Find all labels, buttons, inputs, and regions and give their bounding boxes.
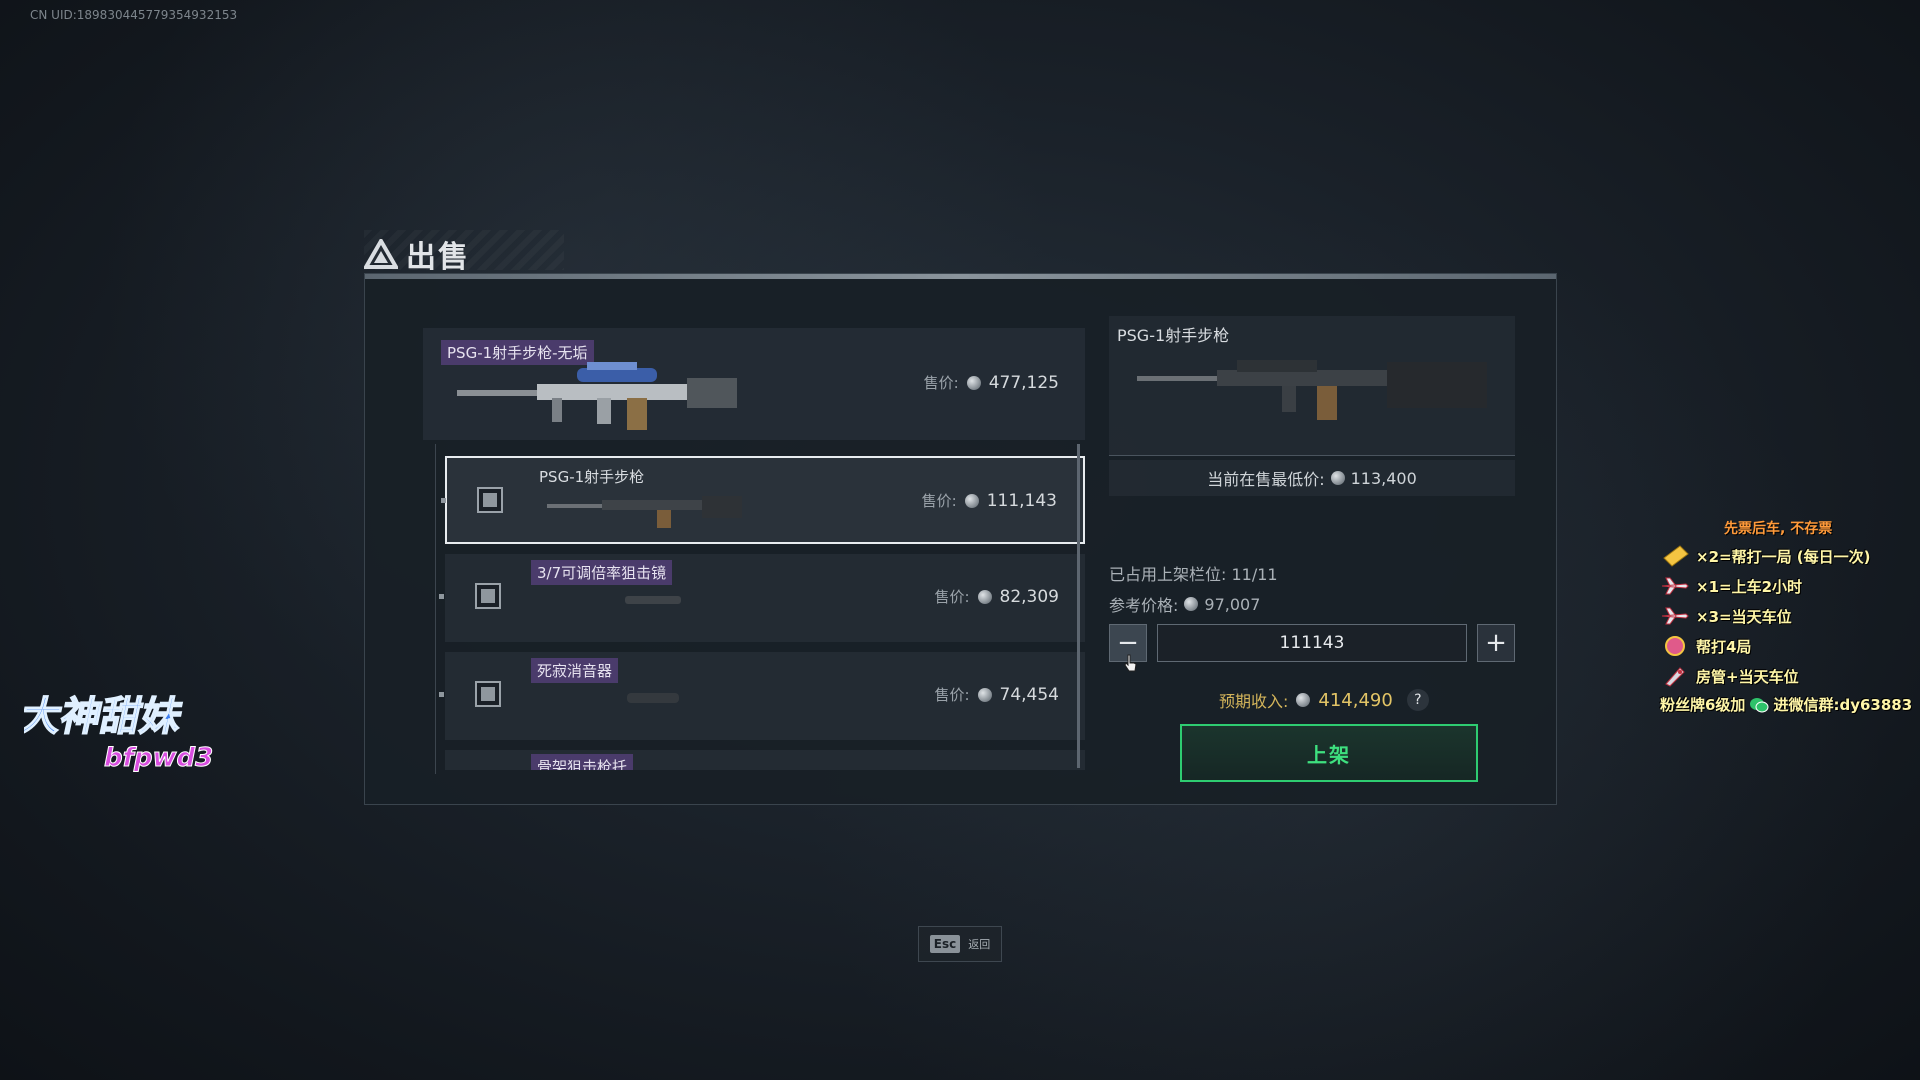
tree-line: [435, 444, 436, 774]
plane-icon: [1660, 574, 1690, 598]
price-label: 售价:: [934, 588, 970, 606]
coin-icon: [977, 687, 992, 702]
sub-item-price: 售价: 74,454: [934, 684, 1059, 705]
lowest-price-label: 当前在售最低价:: [1207, 470, 1325, 489]
tree-bullet: [439, 692, 444, 697]
slots-info: 已占用上架栏位: 11/11: [1109, 561, 1278, 585]
main-item-card[interactable]: PSG-1射手步枪-无垢 售价: 477,125: [423, 328, 1085, 440]
price-label: 售价:: [934, 686, 970, 704]
coin-icon: [966, 375, 981, 390]
price-value: 82,309: [999, 586, 1059, 607]
logo-line2: bfpwd3: [104, 743, 213, 773]
coin-icon: [1296, 693, 1311, 707]
item-preview: PSG-1射手步枪: [1109, 316, 1515, 456]
suppressor-image: [627, 693, 679, 703]
expected-value: 414,490: [1318, 689, 1393, 711]
lowest-price-bar: 当前在售最低价: 113,400: [1109, 460, 1515, 496]
back-label: 返回: [968, 938, 991, 951]
scope-image: [625, 596, 681, 604]
back-button[interactable]: Esc 返回: [918, 926, 1002, 962]
preview-name: PSG-1射手步枪: [1117, 326, 1230, 345]
reference-label: 参考价格:: [1109, 596, 1179, 615]
overlay-row-text: ×1=上车2小时: [1696, 577, 1803, 596]
tree-bullet: [441, 498, 446, 503]
logo-line1: 大神甜妹: [24, 692, 187, 739]
preview-rifle-image: [1137, 360, 1487, 420]
item-list[interactable]: PSG-1射手步枪-无垢 售价: 477,125 PSG-1射手步枪 售价: 1…: [423, 328, 1085, 770]
main-item-price: 售价: 477,125: [924, 372, 1059, 393]
price-value: 111,143: [986, 490, 1057, 511]
price-label: 售价:: [923, 374, 959, 392]
reference-value: 97,007: [1204, 594, 1261, 614]
sell-dialog: PSG-1射手步枪-无垢 售价: 477,125 PSG-1射手步枪 售价: 1…: [364, 273, 1557, 805]
help-icon[interactable]: ?: [1406, 689, 1429, 711]
price-label: 售价:: [921, 492, 957, 510]
checkbox-fill: [481, 589, 495, 603]
overlay-row-text: 房管+当天车位: [1696, 667, 1799, 686]
sub-item-checkbox[interactable]: [475, 583, 501, 609]
tree-bullet: [439, 594, 444, 599]
overlay-row: ×2=帮打一局 (每日一次): [1660, 544, 1920, 568]
overlay-footer-left: 粉丝牌6级加: [1660, 696, 1746, 714]
dialog-top-bar: [365, 274, 1556, 279]
sub-item-rifle[interactable]: PSG-1射手步枪 售价: 111,143: [441, 456, 1085, 544]
coin-icon: [1184, 597, 1199, 611]
sub-item-name: 3/7可调倍率狙击镜: [531, 560, 673, 585]
dialog-title: 出售: [406, 240, 470, 275]
sub-item-checkbox[interactable]: [477, 487, 503, 513]
list-scrollbar[interactable]: [1077, 444, 1080, 768]
wechat-icon: [1750, 697, 1769, 712]
overlay-row-text: ×3=当天车位: [1696, 607, 1792, 626]
overlay-footer-right: 进微信群:dy63883: [1773, 696, 1913, 714]
sub-item-scope[interactable]: 3/7可调倍率狙击镜 售价: 82,309: [439, 554, 1085, 642]
overlay-row: 帮打4局: [1660, 634, 1920, 658]
overlay-row: ×1=上车2小时: [1660, 574, 1920, 598]
mouse-cursor-icon: [1124, 654, 1137, 672]
sub-item-price: 售价: 111,143: [922, 490, 1057, 511]
streamer-logo: 大神甜妹 bfpwd3: [24, 692, 214, 774]
sub-item-name: 骨架狙击枪托: [531, 754, 634, 770]
uid-label: CN UID:1898304457793549321​53: [30, 8, 238, 22]
stream-overlay: 先票后车, 不存票 ×2=帮打一局 (每日一次) ×1=上车2小时 ×3=当天车…: [1660, 518, 1920, 715]
expected-label: 预期收入:: [1219, 692, 1289, 711]
sub-item-suppressor[interactable]: 死寂消音器 售价: 74,454: [439, 652, 1085, 740]
triangle-logo-icon: [364, 239, 398, 269]
sub-item-checkbox[interactable]: [475, 681, 501, 707]
coin-icon: [1330, 471, 1345, 485]
esc-key: Esc: [929, 935, 961, 953]
overlay-footer: 粉丝牌6级加 进微信群:dy63883: [1660, 694, 1920, 715]
rocket-icon: [1660, 664, 1690, 688]
ticket-icon: [1660, 544, 1690, 568]
coin-icon: [964, 493, 979, 508]
sub-item-stock[interactable]: 骨架狙击枪托: [445, 750, 1085, 770]
sub-item-price: 售价: 82,309: [934, 586, 1059, 607]
overlay-row-text: 帮打4局: [1696, 637, 1752, 656]
checkbox-fill: [481, 687, 495, 701]
rifle-image: [547, 496, 742, 528]
dialog-header: 出售: [364, 232, 470, 276]
overlay-row: 房管+当天车位: [1660, 664, 1920, 688]
increase-price-button[interactable]: +: [1477, 624, 1515, 662]
sub-item-name: 死寂消音器: [531, 658, 619, 683]
price-value: 477,125: [988, 372, 1059, 393]
list-for-sale-button[interactable]: 上架: [1180, 724, 1478, 782]
badge-icon: [1660, 634, 1690, 658]
checkbox-fill: [483, 493, 497, 507]
overlay-title: 先票后车, 不存票: [1724, 521, 1833, 537]
slots-label: 已占用上架栏位:: [1109, 565, 1227, 584]
plane-icon: [1660, 604, 1690, 628]
reference-price: 参考价格: 97,007: [1109, 592, 1260, 616]
overlay-row: ×3=当天车位: [1660, 604, 1920, 628]
rifle-skin-image: [457, 362, 737, 430]
coin-icon: [977, 589, 992, 604]
slots-value: 11/11: [1231, 565, 1278, 584]
expected-income: 预期收入: 414,490 ?: [1219, 688, 1429, 712]
overlay-row-text: ×2=帮打一局 (每日一次): [1696, 547, 1871, 566]
price-value: 74,454: [999, 684, 1059, 705]
lowest-price-value: 113,400: [1350, 468, 1417, 488]
price-input[interactable]: [1157, 624, 1467, 662]
